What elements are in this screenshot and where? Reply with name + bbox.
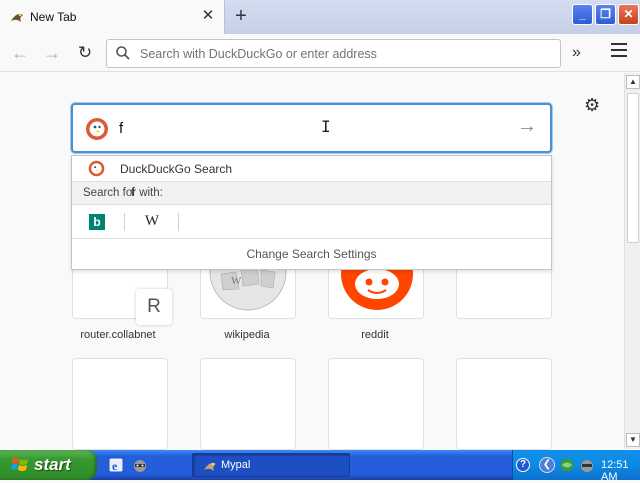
tab-new-tab[interactable]: New Tab ✕ [0,0,225,34]
scroll-up-arrow-icon[interactable]: ▲ [626,75,640,89]
search-for-suffix: with: [136,187,163,199]
tab-title: New Tab [30,10,77,24]
search-for-term: f [131,187,135,199]
tile-label: router.collabnet [80,329,156,341]
wikipedia-icon[interactable]: W [144,213,160,231]
suggestion-label: DuckDuckGo Search [120,162,233,176]
search-input-value: f [119,120,124,137]
hamburger-menu-icon[interactable] [611,43,627,57]
search-icon [116,46,130,60]
raccoon-quicklaunch-icon[interactable] [132,457,148,473]
start-label: start [34,455,71,474]
network-icon[interactable] [559,457,575,473]
minimize-button[interactable]: _ [572,4,593,25]
duckduckgo-icon [88,160,105,177]
tray-collapse-icon[interactable]: ❮ [539,457,555,473]
maximize-button[interactable]: ❐ [595,4,616,25]
address-bar[interactable]: Search with DuckDuckGo or enter address [106,39,561,68]
search-for-header: Search for f with: [72,181,551,205]
address-placeholder: Search with DuckDuckGo or enter address [140,47,377,61]
reload-button[interactable]: ↻ [73,42,97,64]
tab-strip: New Tab ✕ + _ ❐ ✕ [0,0,640,34]
search-input[interactable]: f I → [71,103,552,153]
tile-empty[interactable] [72,358,168,450]
help-icon[interactable]: ? [516,458,530,472]
search-go-arrow-icon[interactable]: → [517,115,537,138]
tile-empty[interactable] [200,358,296,450]
toolbar-overflow-button[interactable]: » [572,44,581,62]
windows-taskbar: start e Mypal ? ❮ 12:51 AM [0,450,640,483]
internet-explorer-icon[interactable]: e [108,457,124,473]
scroll-down-arrow-icon[interactable]: ▼ [626,433,640,447]
bing-icon[interactable]: b [89,214,105,230]
tile-label: reddit [361,329,389,341]
raccoon-tray-icon[interactable] [579,457,595,473]
tile-letter-icon: R [136,289,172,325]
tab-close-icon[interactable]: ✕ [200,8,216,24]
separator [178,213,179,231]
scrollbar-thumb[interactable] [627,93,639,243]
mypal-icon [204,462,216,471]
start-button[interactable]: start [0,450,97,480]
change-search-settings-button[interactable]: Change Search Settings [72,239,551,269]
search-suggestions-dropdown: DuckDuckGo Search Search for f with: b W… [71,155,552,270]
settings-gear-icon[interactable]: ⚙ [584,95,600,116]
new-tab-button[interactable]: + [230,5,252,27]
forward-button[interactable]: → [40,42,64,64]
suggestion-duckduckgo-search[interactable]: DuckDuckGo Search [72,156,551,181]
text-cursor-icon: I [321,117,331,136]
close-window-button[interactable]: ✕ [618,4,639,25]
vertical-scrollbar[interactable]: ▲ ▼ [624,73,640,449]
duckduckgo-logo-icon [86,118,108,140]
clock: 12:51 AM [601,459,629,483]
tile-empty[interactable] [328,358,424,450]
svg-text:W: W [231,275,242,287]
taskbar-item-label: Mypal [221,459,251,471]
one-off-engines-row: b W [72,205,551,239]
taskbar-mypal-button[interactable]: Mypal [192,453,350,477]
mypal-icon [11,13,23,22]
windows-flag-icon [11,458,28,471]
system-tray: ? ❮ 12:51 AM [512,450,640,483]
back-button[interactable]: ← [8,42,32,64]
tile-empty[interactable] [456,358,552,450]
new-tab-page: ⚙ R router.collabnet W wikipedia reddit [0,73,624,450]
tile-label: wikipedia [224,329,270,341]
navigation-toolbar: ← → ↻ Search with DuckDuckGo or enter ad… [0,34,640,72]
svg-text:e: e [112,459,118,473]
separator [124,213,125,231]
